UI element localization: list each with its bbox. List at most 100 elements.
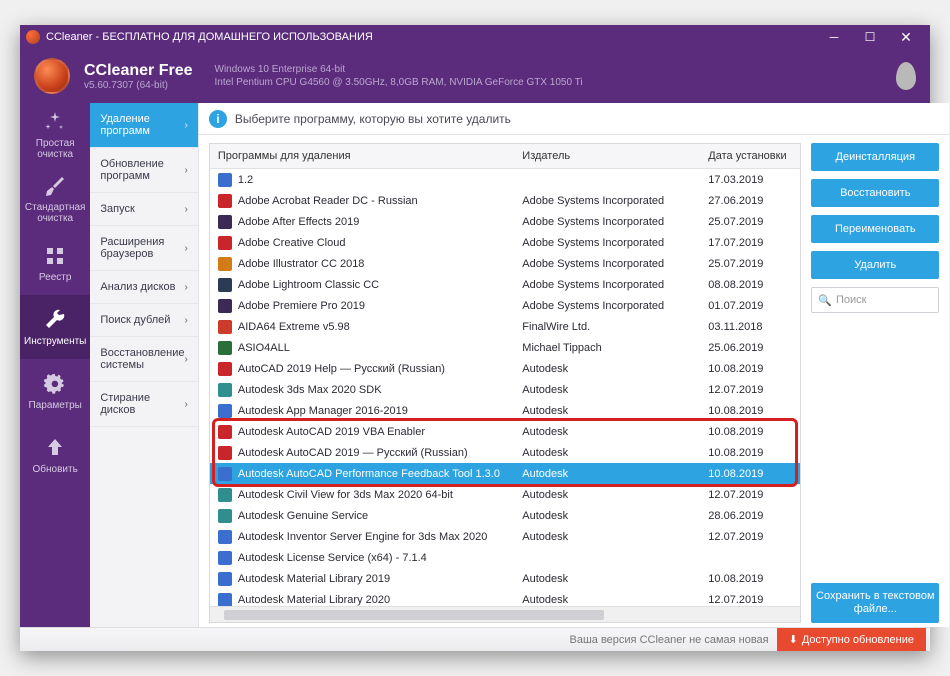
program-name: Autodesk Material Library 2020 (238, 594, 390, 606)
program-name: Autodesk Material Library 2019 (238, 573, 390, 585)
program-name: Adobe After Effects 2019 (238, 216, 360, 228)
status-bar: Ваша версия CCleaner не самая новая ⬇ До… (20, 627, 930, 651)
nav-options[interactable]: Параметры (20, 359, 90, 423)
program-date: 10.08.2019 (700, 426, 800, 438)
program-date: 28.06.2019 (700, 510, 800, 522)
program-icon (218, 236, 232, 250)
table-row[interactable]: 1.2 17.03.2019 (210, 169, 800, 190)
nav-registry[interactable]: Реестр (20, 231, 90, 295)
program-icon (218, 173, 232, 187)
nav-label: Обновить (33, 464, 78, 475)
subnav-uninstall[interactable]: Удаление программ› (90, 103, 198, 148)
program-date: 27.06.2019 (700, 195, 800, 207)
program-date: 10.08.2019 (700, 573, 800, 585)
nav-upgrade[interactable]: Обновить (20, 423, 90, 487)
app-header: CCleaner Free v5.60.7307 (64-bit) Window… (20, 49, 930, 103)
table-row[interactable]: Adobe Premiere Pro 2019Adobe Systems Inc… (210, 295, 800, 316)
update-available-button[interactable]: ⬇ Доступно обновление (777, 628, 926, 651)
program-date: 03.11.2018 (700, 321, 800, 333)
subnav-system-restore[interactable]: Восстановление системы› (90, 337, 198, 382)
table-row[interactable]: AutoCAD 2019 Help — Русский (Russian)Aut… (210, 358, 800, 379)
table-row[interactable]: Autodesk Genuine ServiceAutodesk28.06.20… (210, 505, 800, 526)
chevron-right-icon: › (185, 120, 188, 131)
maximize-button[interactable]: ☐ (852, 30, 888, 44)
table-row[interactable]: Adobe After Effects 2019Adobe Systems In… (210, 211, 800, 232)
app-version: v5.60.7307 (64-bit) (84, 80, 193, 91)
search-input[interactable]: 🔍 Поиск (811, 287, 939, 313)
rename-button[interactable]: Переименовать (811, 215, 939, 243)
program-name: Autodesk AutoCAD 2019 VBA Enabler (238, 426, 425, 438)
nav-label: Реестр (39, 272, 72, 283)
subnav-startup[interactable]: Запуск› (90, 193, 198, 226)
table-row[interactable]: ASIO4ALLMichael Tippach25.06.2019 (210, 337, 800, 358)
table-row[interactable]: Autodesk AutoCAD Performance Feedback To… (210, 463, 800, 484)
table-row[interactable]: Adobe Illustrator CC 2018Adobe Systems I… (210, 253, 800, 274)
col-install-date[interactable]: Дата установки (700, 144, 800, 168)
table-row[interactable]: Autodesk Civil View for 3ds Max 2020 64-… (210, 484, 800, 505)
program-icon (218, 425, 232, 439)
table-row[interactable]: Autodesk 3ds Max 2020 SDKAutodesk12.07.2… (210, 379, 800, 400)
program-name: Autodesk 3ds Max 2020 SDK (238, 384, 382, 396)
subnav-updater[interactable]: Обновление программ› (90, 148, 198, 193)
table-row[interactable]: Autodesk Inventor Server Engine for 3ds … (210, 526, 800, 547)
table-row[interactable]: Adobe Lightroom Classic CCAdobe Systems … (210, 274, 800, 295)
program-icon (218, 593, 232, 607)
program-publisher: Autodesk (514, 363, 700, 375)
table-row[interactable]: Autodesk Material Library 2019Autodesk10… (210, 568, 800, 589)
nav-easy-clean[interactable]: Простая очистка (20, 103, 90, 167)
program-publisher: Adobe Systems Incorporated (514, 258, 700, 270)
info-text: Выберите программу, которую вы хотите уд… (235, 112, 511, 126)
program-publisher: Michael Tippach (514, 342, 700, 354)
table-row[interactable]: Autodesk License Service (x64) - 7.1.4 (210, 547, 800, 568)
nav-label: Стандартная очистка (24, 202, 86, 224)
program-date: 17.03.2019 (700, 174, 800, 186)
program-date: 25.07.2019 (700, 216, 800, 228)
chevron-right-icon: › (185, 354, 188, 365)
table-row[interactable]: Autodesk AutoCAD 2019 — Русский (Russian… (210, 442, 800, 463)
save-to-file-button[interactable]: Сохранить в текстовом файле... (811, 583, 939, 623)
gear-icon (43, 372, 67, 396)
app-window: CCleaner - БЕСПЛАТНО ДЛЯ ДОМАШНЕГО ИСПОЛ… (20, 25, 930, 651)
program-name: Autodesk Civil View for 3ds Max 2020 64-… (238, 489, 453, 501)
table-row[interactable]: AIDA64 Extreme v5.98FinalWire Ltd.03.11.… (210, 316, 800, 337)
program-name: AIDA64 Extreme v5.98 (238, 321, 350, 333)
subnav-drive-wiper[interactable]: Стирание дисков› (90, 382, 198, 427)
delete-button[interactable]: Удалить (811, 251, 939, 279)
program-name: Autodesk AutoCAD 2019 — Русский (Russian… (238, 447, 468, 459)
chevron-right-icon: › (185, 315, 188, 326)
download-icon: ⬇ (789, 633, 798, 646)
program-date: 08.08.2019 (700, 279, 800, 291)
table-body[interactable]: 1.2 17.03.2019 Adobe Acrobat Reader DC - R… (210, 169, 800, 606)
program-name: 1.2 (238, 174, 253, 186)
restore-button[interactable]: Восстановить (811, 179, 939, 207)
table-header: Программы для удаления Издатель Дата уст… (210, 144, 800, 169)
nav-tools[interactable]: Инструменты (20, 295, 90, 359)
program-date: 10.08.2019 (700, 363, 800, 375)
program-icon (218, 572, 232, 586)
table-row[interactable]: Adobe Creative CloudAdobe Systems Incorp… (210, 232, 800, 253)
subnav-browser-plugins[interactable]: Расширения браузеров› (90, 226, 198, 271)
program-publisher: Autodesk (514, 426, 700, 438)
tools-subnav: Удаление программ› Обновление программ› … (90, 103, 199, 627)
col-name[interactable]: Программы для удаления (210, 144, 514, 168)
program-icon (218, 467, 232, 481)
subnav-disk-analyzer[interactable]: Анализ дисков› (90, 271, 198, 304)
close-button[interactable]: ✕ (888, 29, 924, 46)
program-publisher: Adobe Systems Incorporated (514, 279, 700, 291)
horizontal-scrollbar[interactable] (210, 606, 800, 622)
search-icon: 🔍 (818, 294, 832, 307)
minimize-button[interactable]: ─ (816, 30, 852, 44)
table-row[interactable]: Adobe Acrobat Reader DC - RussianAdobe S… (210, 190, 800, 211)
table-row[interactable]: Autodesk Material Library 2020Autodesk12… (210, 589, 800, 606)
col-publisher[interactable]: Издатель (514, 144, 700, 168)
nav-custom-clean[interactable]: Стандартная очистка (20, 167, 90, 231)
nav-label: Инструменты (24, 336, 86, 347)
program-publisher: Autodesk (514, 468, 700, 480)
program-name: Adobe Acrobat Reader DC - Russian (238, 195, 418, 207)
uninstall-button[interactable]: Деинсталляция (811, 143, 939, 171)
program-name: ASIO4ALL (238, 342, 290, 354)
table-row[interactable]: Autodesk AutoCAD 2019 VBA Enabler Autodes… (210, 421, 800, 442)
subnav-duplicate-finder[interactable]: Поиск дублей› (90, 304, 198, 337)
program-name: Autodesk Genuine Service (238, 510, 368, 522)
table-row[interactable]: Autodesk App Manager 2016-2019Autodesk10… (210, 400, 800, 421)
